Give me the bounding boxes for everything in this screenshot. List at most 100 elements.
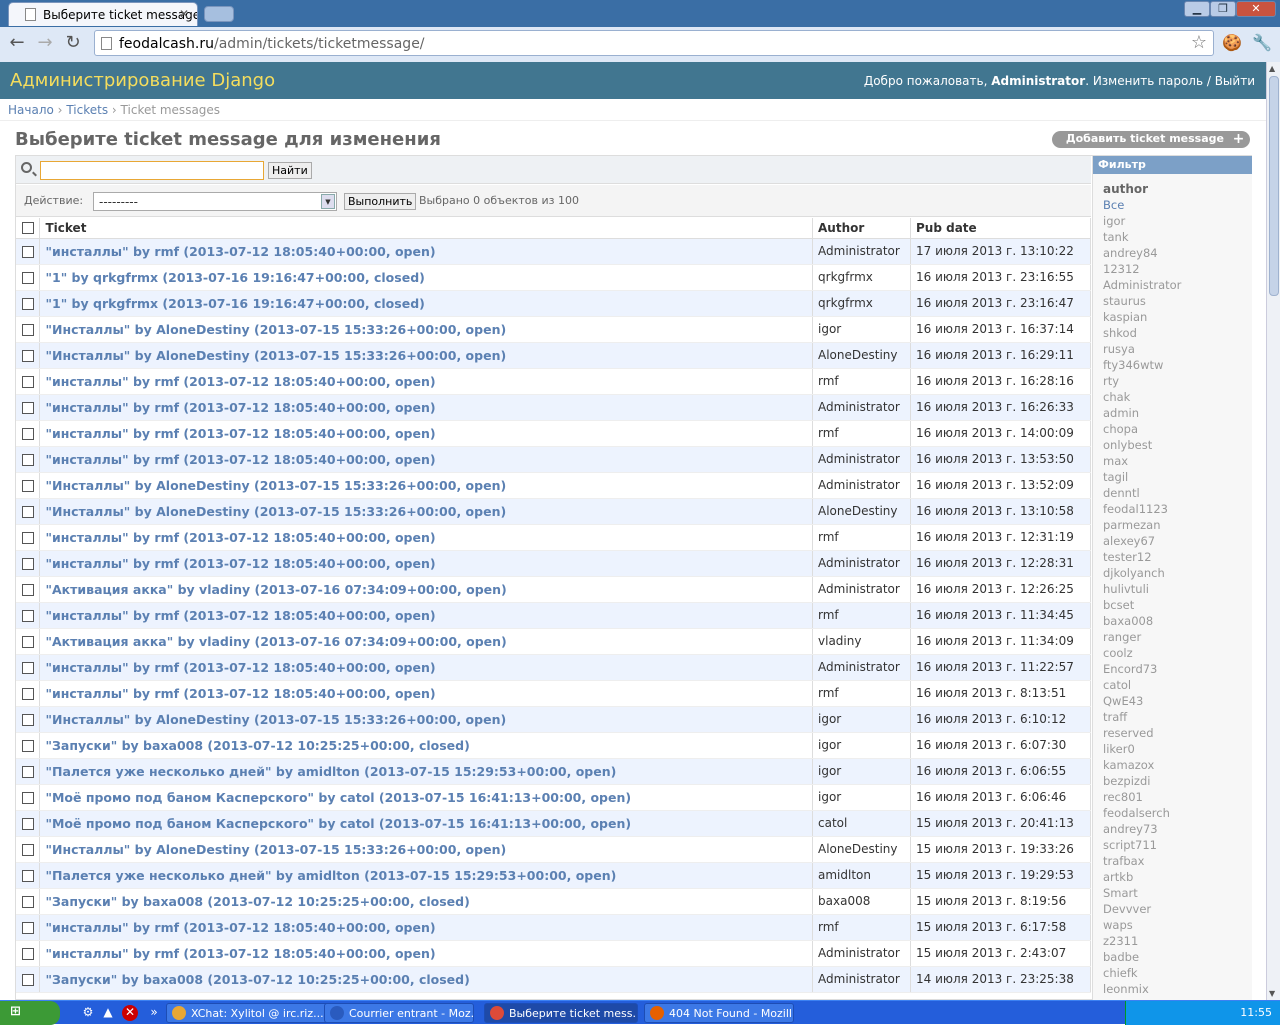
- filter-item[interactable]: tester12: [1103, 550, 1252, 566]
- scroll-down-icon[interactable]: ▼: [1269, 989, 1275, 998]
- page-scrollbar[interactable]: ▲ ▼: [1266, 62, 1280, 1000]
- row-checkbox[interactable]: [22, 505, 34, 518]
- ticket-link[interactable]: "инсталлы" by rmf (2013-07-12 18:05:40+0…: [39, 940, 814, 967]
- row-checkbox[interactable]: [22, 479, 34, 492]
- filter-item[interactable]: tagil: [1103, 470, 1252, 486]
- breadcrumb-home[interactable]: Начало: [8, 103, 54, 117]
- add-ticket-message-button[interactable]: Добавить ticket message +: [1051, 131, 1250, 148]
- filter-item[interactable]: artkb: [1103, 870, 1252, 886]
- filter-item[interactable]: kaspian: [1103, 310, 1252, 326]
- ticket-link[interactable]: "инсталлы" by rmf (2013-07-12 18:05:40+0…: [39, 602, 814, 629]
- filter-item[interactable]: alexey67: [1103, 534, 1252, 550]
- action-select[interactable]: --------- ▼: [93, 192, 337, 211]
- ticket-link[interactable]: "Запуски" by baxa008 (2013-07-12 10:25:2…: [39, 888, 814, 915]
- row-checkbox[interactable]: [22, 895, 34, 908]
- ticket-link[interactable]: "инсталлы" by rmf (2013-07-12 18:05:40+0…: [39, 394, 814, 421]
- filter-item[interactable]: shkod: [1103, 326, 1252, 342]
- row-checkbox[interactable]: [22, 791, 34, 804]
- filter-item[interactable]: andrey84: [1103, 246, 1252, 262]
- scrollbar-thumb[interactable]: [1269, 76, 1279, 296]
- row-checkbox[interactable]: [22, 401, 34, 414]
- row-checkbox[interactable]: [22, 973, 34, 986]
- user-links[interactable]: . Изменить пароль / Выйти: [1085, 74, 1255, 88]
- filter-item[interactable]: reserved: [1103, 726, 1252, 742]
- row-checkbox[interactable]: [22, 375, 34, 388]
- filter-item[interactable]: waps: [1103, 918, 1252, 934]
- column-header-ticket[interactable]: Ticket: [39, 218, 814, 239]
- filter-item[interactable]: liker0: [1103, 742, 1252, 758]
- filter-item[interactable]: Devvver: [1103, 902, 1252, 918]
- site-brand[interactable]: Администрирование Django: [10, 70, 275, 91]
- row-checkbox[interactable]: [22, 635, 34, 648]
- ticket-link[interactable]: "Палется уже несколько дней" by amidlton…: [39, 862, 814, 889]
- row-checkbox[interactable]: [22, 427, 34, 440]
- ticket-link[interactable]: "1" by qrkgfrmx (2013-07-16 19:16:47+00:…: [39, 290, 814, 317]
- row-checkbox[interactable]: [22, 869, 34, 882]
- row-checkbox[interactable]: [22, 297, 34, 310]
- row-checkbox[interactable]: [22, 765, 34, 778]
- ticket-link[interactable]: "инсталлы" by rmf (2013-07-12 18:05:40+0…: [39, 420, 814, 447]
- column-header-author[interactable]: Author: [812, 218, 911, 239]
- ticket-link[interactable]: "Инсталлы" by AloneDestiny (2013-07-15 1…: [39, 342, 814, 369]
- row-checkbox[interactable]: [22, 271, 34, 284]
- filter-item[interactable]: bcset: [1103, 598, 1252, 614]
- row-checkbox[interactable]: [22, 739, 34, 752]
- ticket-link[interactable]: "инсталлы" by rmf (2013-07-12 18:05:40+0…: [39, 914, 814, 941]
- ticket-link[interactable]: "1" by qrkgfrmx (2013-07-16 19:16:47+00:…: [39, 264, 814, 291]
- row-checkbox[interactable]: [22, 245, 34, 258]
- ticket-link[interactable]: "Палется уже несколько дней" by amidlton…: [39, 758, 814, 785]
- ticket-link[interactable]: "Моё промо под баном Касперского" by cat…: [39, 784, 814, 811]
- filter-item[interactable]: staurus: [1103, 294, 1252, 310]
- row-checkbox[interactable]: [22, 557, 34, 570]
- ticket-link[interactable]: "Инсталлы" by AloneDestiny (2013-07-15 1…: [39, 316, 814, 343]
- forward-icon[interactable]: →: [34, 32, 56, 54]
- filter-item[interactable]: onlybest: [1103, 438, 1252, 454]
- close-tab-icon[interactable]: ✕: [179, 7, 189, 21]
- row-checkbox[interactable]: [22, 453, 34, 466]
- select-all-checkbox[interactable]: [22, 222, 34, 235]
- ticket-link[interactable]: "инсталлы" by rmf (2013-07-12 18:05:40+0…: [39, 238, 814, 265]
- search-button[interactable]: Найти: [268, 162, 312, 179]
- row-checkbox[interactable]: [22, 609, 34, 622]
- close-app-icon[interactable]: ✕: [122, 1005, 138, 1021]
- filter-item[interactable]: trafbax: [1103, 854, 1252, 870]
- scroll-up-icon[interactable]: ▲: [1269, 64, 1275, 73]
- ticket-link[interactable]: "Инсталлы" by AloneDestiny (2013-07-15 1…: [39, 498, 814, 525]
- ticket-link[interactable]: "Запуски" by baxa008 (2013-07-12 10:25:2…: [39, 966, 814, 993]
- filter-item[interactable]: andrey73: [1103, 822, 1252, 838]
- ticket-link[interactable]: "инсталлы" by rmf (2013-07-12 18:05:40+0…: [39, 446, 814, 473]
- filter-item[interactable]: ranger: [1103, 630, 1252, 646]
- ticket-link[interactable]: "Активация акка" by vladiny (2013-07-16 …: [39, 576, 814, 603]
- bookmark-star-icon[interactable]: ☆: [1191, 32, 1207, 53]
- filter-item[interactable]: djkolyanch: [1103, 566, 1252, 582]
- back-icon[interactable]: ←: [6, 32, 28, 54]
- taskbar-item-mail[interactable]: Courrier entrant - Moz...: [324, 1003, 474, 1023]
- row-checkbox[interactable]: [22, 531, 34, 544]
- filter-item[interactable]: igor: [1103, 214, 1252, 230]
- start-button[interactable]: ⊞: [0, 1001, 60, 1025]
- filter-item[interactable]: rec801: [1103, 790, 1252, 806]
- filter-item[interactable]: coolz: [1103, 646, 1252, 662]
- taskbar-item-chrome[interactable]: Выберите ticket mess...: [484, 1003, 638, 1023]
- ticket-link[interactable]: "инсталлы" by rmf (2013-07-12 18:05:40+0…: [39, 550, 814, 577]
- ticket-link[interactable]: "Инсталлы" by AloneDestiny (2013-07-15 1…: [39, 706, 814, 733]
- filter-item[interactable]: feodalserch: [1103, 806, 1252, 822]
- filter-item[interactable]: 12312: [1103, 262, 1252, 278]
- filter-item[interactable]: catol: [1103, 678, 1252, 694]
- row-checkbox[interactable]: [22, 817, 34, 830]
- address-bar[interactable]: feodalcash.ru/admin/tickets/ticketmessag…: [94, 30, 1214, 56]
- maximize-button[interactable]: ❐: [1210, 1, 1236, 17]
- breadcrumb-app[interactable]: Tickets: [66, 103, 108, 117]
- filter-item[interactable]: chiefk: [1103, 966, 1252, 982]
- filter-item[interactable]: Encord73: [1103, 662, 1252, 678]
- ticket-link[interactable]: "инсталлы" by rmf (2013-07-12 18:05:40+0…: [39, 368, 814, 395]
- filter-item[interactable]: leonmix: [1103, 982, 1252, 998]
- filter-item[interactable]: hulivtuli: [1103, 582, 1252, 598]
- vlc-icon[interactable]: ▲: [100, 1005, 116, 1021]
- filter-item[interactable]: feodal1123: [1103, 502, 1252, 518]
- ticket-link[interactable]: "Активация акка" by vladiny (2013-07-16 …: [39, 628, 814, 655]
- filter-item[interactable]: fty346wtw: [1103, 358, 1252, 374]
- filter-item[interactable]: admin: [1103, 406, 1252, 422]
- filter-item[interactable]: rusya: [1103, 342, 1252, 358]
- wrench-icon[interactable]: 🔧: [1252, 33, 1272, 53]
